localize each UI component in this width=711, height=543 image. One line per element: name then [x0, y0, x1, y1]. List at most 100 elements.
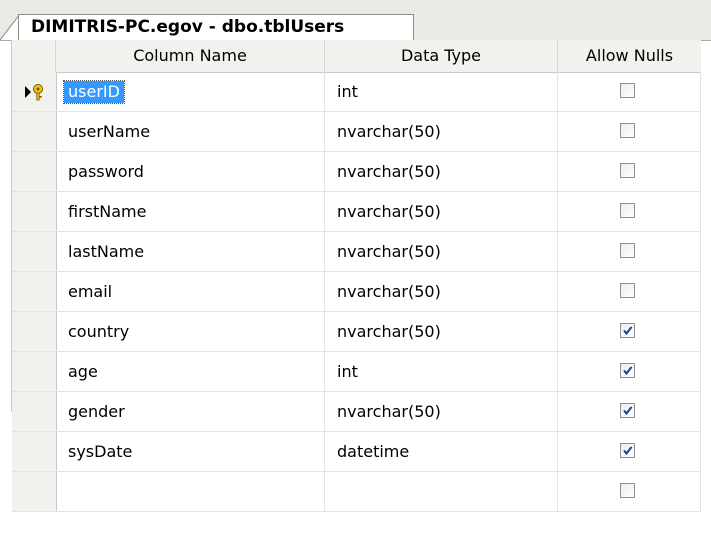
table-row[interactable]: email nvarchar(50) [12, 272, 701, 312]
data-type-text: nvarchar(50) [337, 122, 441, 141]
checkmark-icon [623, 406, 633, 416]
row-selector[interactable] [12, 472, 57, 511]
table-row[interactable]: country nvarchar(50) [12, 312, 701, 352]
table-row[interactable]: password nvarchar(50) [12, 152, 701, 192]
row-selector[interactable] [12, 112, 57, 151]
data-type-text: nvarchar(50) [337, 242, 441, 261]
column-name-header[interactable]: Column Name [56, 40, 325, 72]
row-selector[interactable] [12, 192, 57, 231]
allow-nulls-cell [558, 392, 701, 431]
document-tab-strip: DIMITRIS-PC.egov - dbo.tblUsers [0, 0, 711, 41]
column-name-text: userID [63, 80, 125, 104]
allow-nulls-checkbox[interactable] [620, 323, 635, 338]
allow-nulls-checkbox[interactable] [620, 443, 635, 458]
column-name-cell[interactable]: lastName [56, 232, 325, 271]
data-type-text: int [337, 362, 358, 381]
column-name-text: sysDate [68, 442, 133, 461]
grid-header: Column Name Data Type Allow Nulls [12, 40, 701, 73]
column-name-cell[interactable]: firstName [56, 192, 325, 231]
checkmark-icon [623, 366, 633, 376]
checkmark-icon [623, 446, 633, 456]
data-type-text: nvarchar(50) [337, 202, 441, 221]
table-row[interactable]: sysDate datetime [12, 432, 701, 472]
data-type-text: nvarchar(50) [337, 402, 441, 421]
row-selector[interactable] [12, 272, 57, 311]
allow-nulls-header[interactable]: Allow Nulls [558, 40, 701, 72]
column-name-cell[interactable] [56, 472, 325, 511]
allow-nulls-cell [558, 112, 701, 151]
column-name-cell[interactable]: gender [56, 392, 325, 431]
allow-nulls-checkbox[interactable] [620, 163, 635, 178]
table-row[interactable]: age int [12, 352, 701, 392]
column-name-cell[interactable]: userID [56, 72, 325, 111]
checkmark-icon [623, 326, 633, 336]
data-type-cell[interactable]: int [325, 72, 558, 111]
allow-nulls-checkbox[interactable] [620, 83, 635, 98]
row-selector[interactable] [12, 392, 57, 431]
data-type-text: nvarchar(50) [337, 282, 441, 301]
column-name-cell[interactable]: password [56, 152, 325, 191]
column-name-cell[interactable]: country [56, 312, 325, 351]
column-name-text: country [68, 322, 130, 341]
allow-nulls-cell [558, 72, 701, 111]
tab-edge [0, 14, 20, 40]
table-row[interactable]: userName nvarchar(50) [12, 112, 701, 152]
allow-nulls-checkbox[interactable] [620, 123, 635, 138]
column-name-text: email [68, 282, 113, 301]
column-name-text: password [68, 162, 144, 181]
column-name-text: lastName [68, 242, 145, 261]
data-type-cell[interactable]: int [325, 352, 558, 391]
allow-nulls-checkbox[interactable] [620, 283, 635, 298]
allow-nulls-checkbox[interactable] [620, 363, 635, 378]
column-designer-grid: Column Name Data Type Allow Nulls userID… [11, 40, 701, 512]
column-name-cell[interactable]: userName [56, 112, 325, 151]
allow-nulls-cell [558, 232, 701, 271]
column-name-text: gender [68, 402, 125, 421]
data-type-text: int [337, 82, 358, 101]
row-selector-header [12, 40, 56, 72]
data-type-cell[interactable]: datetime [325, 432, 558, 471]
row-selector[interactable] [12, 432, 57, 471]
data-type-header[interactable]: Data Type [325, 40, 558, 72]
tab-title: DIMITRIS-PC.egov - dbo.tblUsers [31, 17, 345, 37]
allow-nulls-cell [558, 312, 701, 351]
allow-nulls-checkbox[interactable] [620, 203, 635, 218]
data-type-cell[interactable]: nvarchar(50) [325, 392, 558, 431]
data-type-cell[interactable]: nvarchar(50) [325, 272, 558, 311]
row-selector[interactable] [12, 72, 57, 111]
column-name-text: age [68, 362, 98, 381]
allow-nulls-checkbox[interactable] [620, 403, 635, 418]
column-name-cell[interactable]: sysDate [56, 432, 325, 471]
data-type-cell[interactable]: nvarchar(50) [325, 232, 558, 271]
data-type-cell[interactable]: nvarchar(50) [325, 152, 558, 191]
tab-table-designer[interactable]: DIMITRIS-PC.egov - dbo.tblUsers [18, 14, 414, 40]
allow-nulls-checkbox[interactable] [620, 243, 635, 258]
data-type-cell[interactable]: nvarchar(50) [325, 312, 558, 351]
table-row[interactable] [12, 472, 701, 512]
column-name-text: firstName [68, 202, 147, 221]
row-selector[interactable] [12, 352, 57, 391]
table-row[interactable]: lastName nvarchar(50) [12, 232, 701, 272]
data-type-text: nvarchar(50) [337, 162, 441, 181]
column-name-cell[interactable]: email [56, 272, 325, 311]
row-selector[interactable] [12, 312, 57, 351]
table-row[interactable]: firstName nvarchar(50) [12, 192, 701, 232]
data-type-cell[interactable]: nvarchar(50) [325, 112, 558, 151]
row-selector[interactable] [12, 232, 57, 271]
data-type-cell[interactable]: nvarchar(50) [325, 192, 558, 231]
table-row[interactable]: userID int [12, 72, 701, 112]
primary-key-icon [33, 84, 43, 101]
row-selector[interactable] [12, 152, 57, 191]
table-row[interactable]: gender nvarchar(50) [12, 392, 701, 432]
allow-nulls-cell [558, 152, 701, 191]
allow-nulls-cell [558, 432, 701, 471]
allow-nulls-cell [558, 472, 701, 511]
allow-nulls-checkbox[interactable] [620, 483, 635, 498]
data-type-cell[interactable] [325, 472, 558, 511]
allow-nulls-cell [558, 272, 701, 311]
column-name-text: userName [68, 122, 151, 141]
allow-nulls-cell [558, 352, 701, 391]
allow-nulls-cell [558, 192, 701, 231]
column-name-cell[interactable]: age [56, 352, 325, 391]
data-type-text: datetime [337, 442, 410, 461]
